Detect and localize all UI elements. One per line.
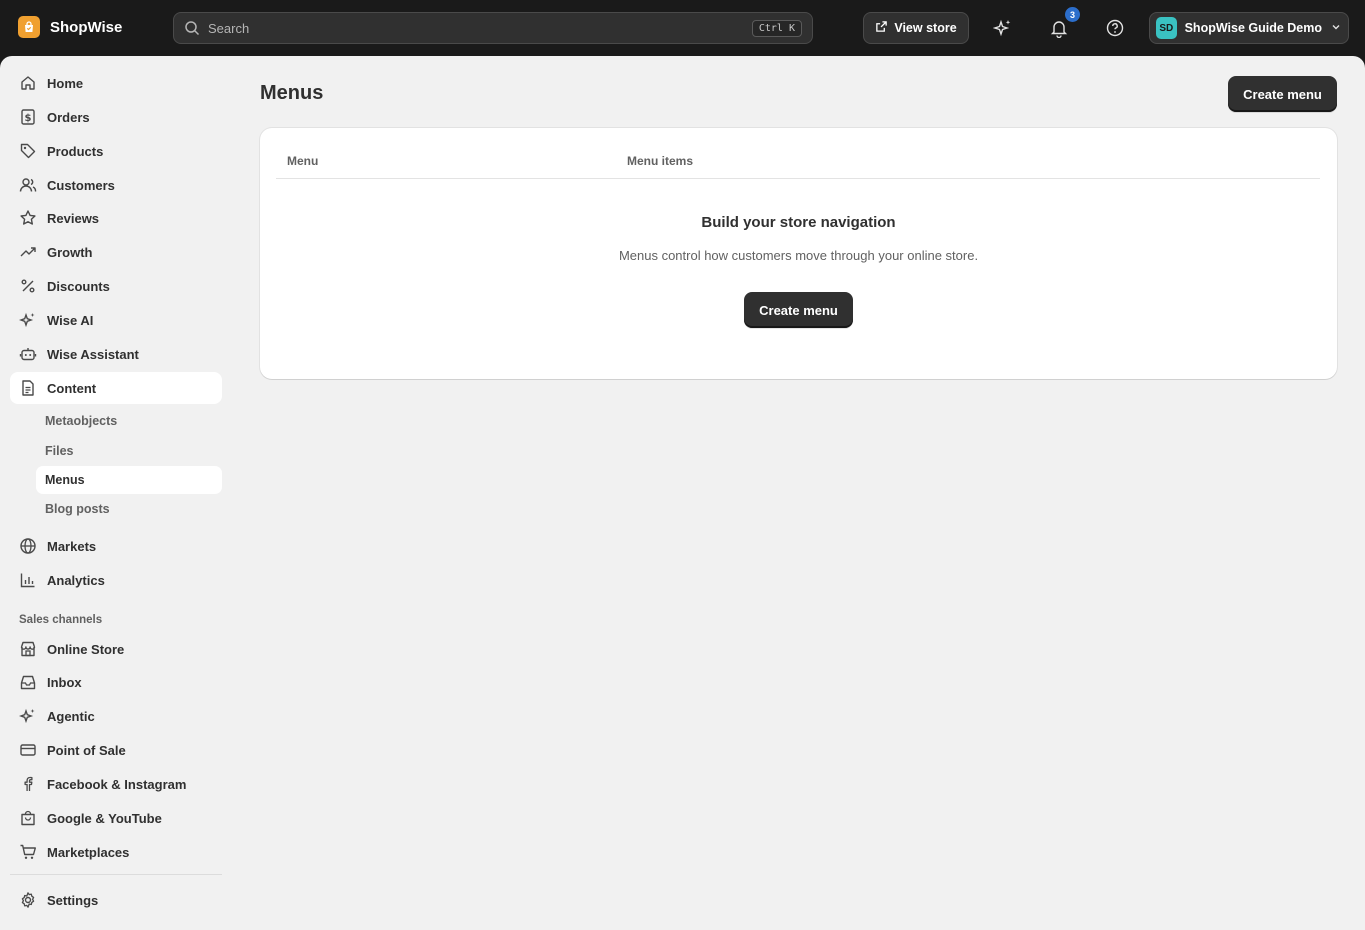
sidebar-item-marketplaces[interactable]: Marketplaces [10,836,222,868]
sidebar-item-settings[interactable]: Settings [10,884,222,916]
cart-icon [18,842,38,862]
sidebar-item-label: Point of Sale [47,742,126,758]
sidebar-subitem-files[interactable]: Files [36,437,222,465]
account-name: ShopWise Guide Demo [1184,21,1322,35]
brand-name: ShopWise [50,18,123,36]
home-icon [18,73,38,93]
shopping-bag-logo-icon [18,16,40,38]
sidebar-item-label: Wise AI [47,312,94,328]
bag-icon [18,808,38,828]
sidebar: Home $ Orders Products Customers Reviews… [0,56,232,930]
sidebar-item-discounts[interactable]: Discounts [10,270,222,302]
search-input[interactable]: Search Ctrl K [173,12,813,44]
tag-icon [18,141,38,161]
chart-icon [18,570,38,590]
star-icon [18,208,38,228]
sparkle-icon[interactable] [991,16,1015,40]
search-placeholder: Search [208,20,250,36]
page-title: Menus [260,82,324,104]
document-icon [18,378,38,398]
column-header-menu-items[interactable]: Menu items [627,154,693,168]
notification-badge: 3 [1065,7,1080,22]
create-menu-button[interactable]: Create menu [1228,76,1337,112]
sidebar-subitem-menus[interactable]: Menus [36,466,222,494]
sales-channels-title: Sales channels [19,614,103,626]
sparkle-icon [18,706,38,726]
sidebar-item-reviews[interactable]: Reviews [10,202,222,234]
sidebar-item-label: Google & YouTube [47,810,162,826]
sidebar-item-label: Reviews [47,210,100,226]
sidebar-item-agentic[interactable]: Agentic [10,700,222,732]
sidebar-item-wise-ai[interactable]: Wise AI [10,304,222,336]
account-menu[interactable]: SD ShopWise Guide Demo [1149,12,1349,44]
sidebar-item-facebook-instagram[interactable]: Facebook & Instagram [10,768,222,800]
sidebar-item-label: Facebook & Instagram [47,776,187,792]
inbox-icon [18,672,38,692]
trend-icon [18,242,38,262]
sidebar-item-markets[interactable]: Markets [10,530,222,562]
sidebar-item-google-youtube[interactable]: Google & YouTube [10,802,222,834]
sidebar-item-inbox[interactable]: Inbox [10,666,222,698]
gear-icon [18,890,38,910]
sidebar-item-wise-assistant[interactable]: Wise Assistant [10,338,222,370]
view-store-button[interactable]: View store [863,12,969,44]
globe-icon [18,536,38,556]
robot-icon [18,344,38,364]
main-frame: Home $ Orders Products Customers Reviews… [0,56,1365,930]
sidebar-item-analytics[interactable]: Analytics [10,564,222,596]
sidebar-item-label: Wise Assistant [47,346,139,362]
sidebar-item-label: Markets [47,538,97,554]
column-header-menu[interactable]: Menu [287,154,318,168]
sidebar-item-label: Inbox [47,674,82,690]
sparkle-icon [18,310,38,330]
card-icon [18,740,38,760]
sidebar-item-online-store[interactable]: Online Store [10,633,222,665]
empty-state-description: Menus control how customers move through… [618,248,979,263]
sidebar-subitem-metaobjects[interactable]: Metaobjects [36,407,222,435]
orders-icon: $ [18,107,38,127]
menus-table-card: Menu Menu items Build your store navigat… [260,128,1337,379]
facebook-icon [18,774,38,794]
sidebar-item-label: Customers [47,177,115,193]
sidebar-item-content[interactable]: Content [10,372,222,404]
help-icon[interactable] [1103,16,1127,40]
empty-state-create-menu-button[interactable]: Create menu [744,292,853,328]
sidebar-item-products[interactable]: Products [10,135,222,167]
sidebar-item-label: Home [47,75,84,91]
sidebar-item-orders[interactable]: $ Orders [10,101,222,133]
sidebar-item-label: Content [47,380,97,396]
sidebar-item-label: Analytics [47,572,105,588]
sidebar-item-label: Agentic [47,708,95,724]
sidebar-divider [10,874,222,875]
sidebar-item-label: Products [47,143,104,159]
svg-text:$: $ [25,113,32,124]
sidebar-item-growth[interactable]: Growth [10,236,222,268]
sidebar-item-point-of-sale[interactable]: Point of Sale [10,734,222,766]
percent-icon [18,276,38,296]
brand[interactable]: ShopWise [18,16,122,38]
sidebar-item-label: Marketplaces [47,844,130,860]
sidebar-subitem-blog-posts[interactable]: Blog posts [36,495,222,523]
table-header-divider [276,178,1320,179]
sidebar-item-label: Online Store [47,641,125,657]
avatar: SD [1156,17,1177,39]
search-icon [184,20,200,36]
view-store-label: View store [894,21,957,35]
customers-icon [18,175,38,195]
sidebar-item-label: Settings [47,892,99,908]
store-icon [18,639,38,659]
chevron-down-icon [1330,21,1342,36]
sidebar-item-customers[interactable]: Customers [10,169,222,201]
sidebar-item-label: Orders [47,109,90,125]
search-shortcut: Ctrl K [751,19,802,37]
sidebar-item-label: Growth [47,244,93,260]
empty-state-title: Build your store navigation [701,214,896,231]
external-link-icon [875,20,888,36]
sidebar-item-home[interactable]: Home [10,67,222,99]
top-bar: ShopWise Search Ctrl K View store 3 SD S… [0,0,1365,56]
sidebar-item-label: Discounts [47,278,110,294]
